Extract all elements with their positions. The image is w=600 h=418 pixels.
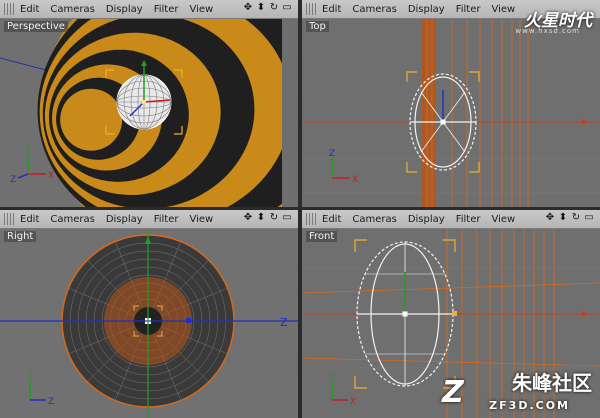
menu-filter[interactable]: Filter [456,4,481,15]
menu-view[interactable]: View [189,4,213,15]
viewport-menubar: Edit Cameras Display Filter View ✥ ⬍ ↻ ▭ [0,0,298,19]
right-scene: Z Y Z [0,228,298,418]
svg-text:X: X [352,175,358,185]
grip-handle[interactable] [4,213,14,225]
menu-filter[interactable]: Filter [154,214,179,225]
menu-edit[interactable]: Edit [20,214,39,225]
viewport-front[interactable]: Edit Cameras Display Filter View ✥ ⬍ ↻ ▭… [302,210,600,418]
viewport-label: Front [306,231,338,242]
viewport-right[interactable]: Edit Cameras Display Filter View ✥ ⬍ ↻ ▭… [0,210,298,418]
grip-handle[interactable] [306,3,316,15]
zoom-view-icon[interactable]: ⬍ [558,212,568,223]
zoom-view-icon[interactable]: ⬍ [256,212,266,223]
menu-view[interactable]: View [491,214,515,225]
menu-display[interactable]: Display [408,214,445,225]
menu-display[interactable]: Display [408,4,445,15]
move-view-icon[interactable]: ✥ [545,212,555,223]
svg-text:Y: Y [328,371,335,381]
menu-view[interactable]: View [491,4,515,15]
menu-view[interactable]: View [189,214,213,225]
menu-cameras[interactable]: Cameras [50,214,94,225]
menu-edit[interactable]: Edit [20,4,39,15]
viewport-top[interactable]: Edit Cameras Display Filter View Top Z X… [302,0,600,207]
viewport-label: Right [4,231,37,242]
viewport-menubar: Edit Cameras Display Filter View ✥ ⬍ ↻ ▭ [302,210,600,229]
zoom-view-icon[interactable]: ⬍ [256,2,266,13]
menu-display[interactable]: Display [106,4,143,15]
svg-text:Y: Y [26,371,33,381]
grip-handle[interactable] [306,213,316,225]
menu-edit[interactable]: Edit [322,214,341,225]
viewport-label: Perspective [4,21,68,32]
grip-handle[interactable] [4,3,14,15]
top-scene: Z X [302,18,600,207]
svg-text:Z: Z [10,175,16,185]
toggle-layout-icon[interactable]: ▭ [584,212,594,223]
svg-text:X: X [48,171,54,181]
rotate-view-icon[interactable]: ↻ [269,212,279,223]
svg-text:X: X [350,397,356,407]
svg-text:Z: Z [48,397,54,407]
watermark-zf3d: 朱峰社区 [512,371,592,395]
rotate-view-icon[interactable]: ↻ [269,2,279,13]
move-view-icon[interactable]: ✥ [243,2,253,13]
svg-text:Y: Y [24,145,31,155]
svg-text:Z: Z [329,149,335,159]
toggle-layout-icon[interactable]: ▭ [282,212,292,223]
menu-filter[interactable]: Filter [456,214,481,225]
rotate-view-icon[interactable]: ↻ [571,212,581,223]
menu-cameras[interactable]: Cameras [352,4,396,15]
menu-edit[interactable]: Edit [322,4,341,15]
viewport-label: Top [306,21,329,32]
menu-filter[interactable]: Filter [154,4,179,15]
viewport-perspective[interactable]: Edit Cameras Display Filter View ✥ ⬍ ↻ ▭… [0,0,298,207]
menu-cameras[interactable]: Cameras [50,4,94,15]
toggle-layout-icon[interactable]: ▭ [282,2,292,13]
watermark-zf3d-url: ZF3D.COM [489,399,570,412]
watermark-hxsd-url: www.hxsd.com [515,27,580,35]
move-view-icon[interactable]: ✥ [243,212,253,223]
viewport-menubar: Edit Cameras Display Filter View ✥ ⬍ ↻ ▭ [0,210,298,229]
menu-cameras[interactable]: Cameras [352,214,396,225]
perspective-scene: Z Y X [0,18,298,207]
watermark-zf3d-mark: Z [442,375,464,410]
menu-display[interactable]: Display [106,214,143,225]
svg-text:Z: Z [280,316,288,329]
